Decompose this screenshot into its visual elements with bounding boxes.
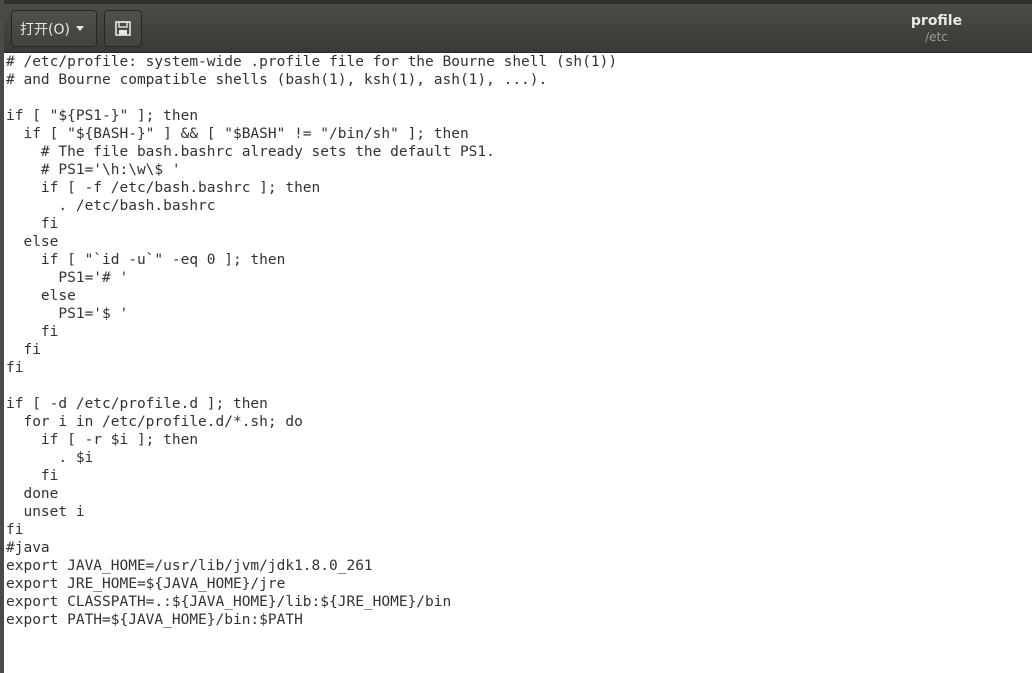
code-line: export JAVA_HOME=/usr/lib/jvm/jdk1.8.0_2… — [6, 558, 373, 574]
code-line: if [ -d /etc/profile.d ]; then — [6, 396, 268, 412]
code-line: if [ "${BASH-}" ] && [ "$BASH" != "/bin/… — [6, 126, 469, 142]
code-line: if [ -r $i ]; then — [6, 432, 199, 448]
code-line: fi — [6, 360, 24, 376]
document-title: profile — [910, 13, 963, 29]
open-button-label: 打开(O) — [20, 21, 70, 38]
text-editor-area[interactable]: # /etc/profile: system-wide .profile fil… — [4, 53, 1032, 673]
text-editor-window: 打开(O) profile /etc # /etc/profile: syste… — [0, 0, 1032, 673]
code-content[interactable]: # /etc/profile: system-wide .profile fil… — [4, 53, 1032, 629]
code-line: unset i — [6, 504, 85, 520]
code-line: if [ -f /etc/bash.bashrc ]; then — [6, 180, 321, 196]
code-line: # and Bourne compatible shells (bash(1),… — [6, 72, 548, 88]
code-line: # /etc/profile: system-wide .profile fil… — [6, 54, 618, 70]
code-line: PS1='$ ' — [6, 306, 129, 322]
document-title-block: profile /etc — [864, 13, 1009, 45]
code-line: fi — [6, 468, 59, 484]
code-line: fi — [6, 522, 24, 538]
code-line: # PS1='\h:\w\$ ' — [6, 162, 181, 178]
code-line: . /etc/bash.bashrc — [6, 198, 216, 214]
code-line: export PATH=${JAVA_HOME}/bin:$PATH — [6, 612, 303, 628]
document-path: /etc — [925, 30, 948, 44]
save-document-icon — [115, 21, 131, 36]
code-line: if [ "`id -u`" -eq 0 ]; then — [6, 252, 286, 268]
code-line: else — [6, 234, 59, 250]
code-line: PS1='# ' — [6, 270, 129, 286]
save-button[interactable] — [104, 10, 142, 47]
code-line: fi — [6, 216, 59, 232]
header-bar: 打开(O) profile /etc — [4, 0, 1032, 53]
code-line: for i in /etc/profile.d/*.sh; do — [6, 414, 303, 430]
code-line: . $i — [6, 450, 94, 466]
code-line: export CLASSPATH=.:${JAVA_HOME}/lib:${JR… — [6, 594, 452, 610]
code-line: # The file bash.bashrc already sets the … — [6, 144, 495, 160]
code-line: if [ "${PS1-}" ]; then — [6, 108, 199, 124]
code-line: done — [6, 486, 59, 502]
code-line: #java — [6, 540, 50, 556]
code-line: fi — [6, 342, 41, 358]
chevron-down-icon — [75, 26, 84, 31]
code-line: fi — [6, 324, 59, 340]
top-panel-strip — [4, 0, 1032, 4]
open-button[interactable]: 打开(O) — [11, 10, 97, 47]
code-line: else — [6, 288, 76, 304]
code-line: export JRE_HOME=${JAVA_HOME}/jre — [6, 576, 286, 592]
